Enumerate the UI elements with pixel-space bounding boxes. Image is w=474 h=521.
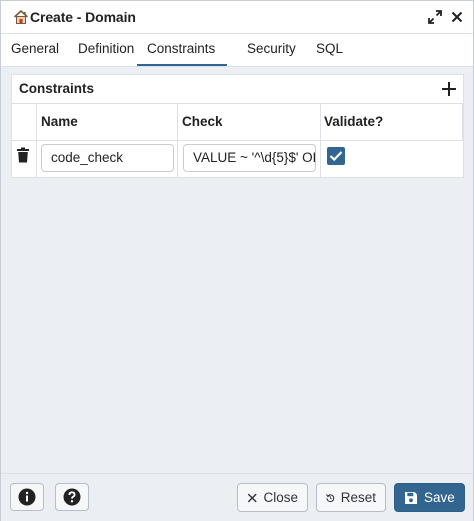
tab-sql[interactable]: SQL	[316, 34, 343, 64]
help-icon	[63, 488, 81, 506]
tab-security[interactable]: Security	[247, 34, 296, 64]
tab-definition[interactable]: Definition	[78, 34, 134, 64]
table-row: code_check VALUE ~ '^\d{5}$' OR	[12, 141, 463, 177]
trash-icon[interactable]	[16, 147, 30, 163]
constraints-title: Constraints	[19, 81, 95, 96]
constraints-header: Constraints	[12, 75, 463, 104]
close-icon[interactable]	[447, 7, 467, 27]
domain-icon	[13, 9, 29, 25]
dialog-footer: Close Reset Save	[1, 473, 473, 521]
reset-icon	[326, 493, 335, 502]
close-icon	[247, 493, 257, 502]
column-header-name: Name	[41, 114, 78, 129]
reset-button[interactable]: Reset	[316, 483, 386, 512]
close-button[interactable]: Close	[237, 483, 308, 512]
tab-bar: General Definition Constraints Security …	[1, 34, 473, 67]
save-icon	[405, 491, 417, 504]
column-divider	[462, 104, 463, 140]
help-button[interactable]	[55, 483, 89, 511]
plus-icon[interactable]	[440, 80, 458, 98]
reset-button-label: Reset	[340, 490, 376, 505]
info-icon	[18, 488, 36, 506]
column-header-validate: Validate?	[324, 114, 384, 129]
save-button-label: Save	[424, 490, 455, 505]
checkmark-icon	[329, 151, 343, 162]
constraint-name-input[interactable]: code_check	[41, 144, 174, 172]
constraints-panel: Constraints Name Check Validate? code_ch…	[11, 74, 464, 178]
info-button[interactable]	[10, 483, 44, 511]
save-button[interactable]: Save	[394, 483, 465, 512]
validate-checkbox[interactable]	[327, 147, 345, 165]
expand-icon[interactable]	[425, 7, 445, 27]
create-domain-dialog: Create - Domain General Definition Const…	[0, 0, 474, 521]
constraints-table-header: Name Check Validate?	[12, 104, 463, 177]
constraint-check-input[interactable]: VALUE ~ '^\d{5}$' OR	[183, 144, 316, 172]
tab-constraints[interactable]: Constraints	[137, 34, 227, 66]
close-button-label: Close	[263, 490, 298, 505]
column-header-check: Check	[182, 114, 223, 129]
tab-general[interactable]: General	[11, 34, 59, 64]
dialog-title: Create - Domain	[30, 9, 136, 25]
title-bar: Create - Domain	[1, 1, 473, 34]
